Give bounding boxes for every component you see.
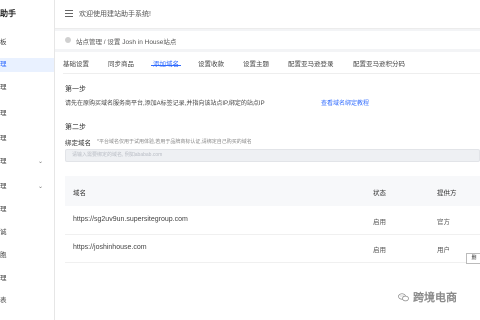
- sidebar: 助手 板 理 理 理 理 理 ⌄ 理 ⌄ 理 诚 胞 理 表: [0, 0, 55, 320]
- sidebar-item-label: 理: [0, 135, 7, 142]
- provider-cell: 用户: [437, 247, 450, 254]
- brand-title: 助手: [0, 9, 16, 18]
- sidebar-item-label: 理: [0, 158, 7, 165]
- bind-domain-label: 绑定域名: [65, 140, 91, 147]
- tab-amazon-points-code[interactable]: 配置亚马逊积分码: [353, 58, 405, 68]
- sidebar-item-9[interactable]: 胞: [0, 249, 54, 263]
- main-card: 基础设置 同步商品 添加域名 设置收款 设置主题 配置亚马逊登录 配置亚马逊积分…: [55, 52, 480, 320]
- breadcrumb: 站点管理 / 设置 Josh in House站点: [76, 39, 177, 46]
- sidebar-item-label: 理: [0, 183, 7, 190]
- watermark: 跨境电商: [398, 289, 457, 305]
- divider: [63, 73, 480, 74]
- sidebar-item-management-7[interactable]: 理: [0, 203, 54, 217]
- active-tab-indicator: [151, 65, 181, 66]
- wechat-icon: [398, 292, 409, 301]
- sidebar-item-site-management[interactable]: 理: [0, 58, 54, 72]
- sidebar-item-management-5[interactable]: 理 ⌄: [0, 155, 54, 169]
- sidebar-item-management-2[interactable]: 理: [0, 81, 54, 95]
- sidebar-item-label: 板: [0, 39, 7, 46]
- chevron-down-icon: ⌄: [38, 159, 44, 165]
- bind-domain-hint: *平台域名仅用于试用体验,若用于品牌商标认证,请绑定自己购买的域名: [97, 139, 252, 145]
- tab-theme-settings[interactable]: 设置主题: [243, 58, 269, 68]
- column-header-status: 状态: [373, 190, 386, 197]
- sidebar-item-label: 诚: [0, 229, 7, 236]
- sidebar-item-11[interactable]: 表: [0, 294, 54, 308]
- domain-input[interactable]: 请输入需要绑定的域名, 例如ababab.com: [65, 149, 480, 162]
- sidebar-item-label: 理: [0, 61, 7, 68]
- status-dot-icon: [65, 37, 71, 43]
- tab-payment-settings[interactable]: 设置收款: [198, 58, 224, 68]
- sidebar-item-label: 理: [0, 206, 7, 213]
- domain-cell: https://sg2uv9un.supersitegroup.com: [73, 216, 188, 223]
- menu-toggle-icon[interactable]: [65, 10, 73, 17]
- watermark-text: 跨境电商: [413, 292, 457, 304]
- step1-description: 请先在原购买域名服务商平台,添加A标签记录,并指向该站点IP,绑定的站点IP: [65, 101, 265, 107]
- sidebar-item-dashboard[interactable]: 板: [0, 36, 54, 50]
- sidebar-item-management-4[interactable]: 理: [0, 132, 54, 146]
- domain-tutorial-link[interactable]: 查看域名绑定教程: [321, 98, 369, 107]
- provider-cell: 官方: [437, 219, 450, 226]
- column-header-domain: 域名: [73, 190, 86, 197]
- tab-sync-products[interactable]: 同步商品: [108, 58, 134, 68]
- status-cell: 启用: [373, 247, 386, 254]
- table-row: https://joshinhouse.com 启用 用户: [65, 234, 480, 263]
- status-cell: 启用: [373, 219, 386, 226]
- delete-button[interactable]: 删: [466, 253, 480, 264]
- table-header: 域名 状态 提供方: [65, 176, 480, 206]
- sidebar-item-label: 表: [0, 297, 7, 304]
- tab-amazon-login[interactable]: 配置亚马逊登录: [288, 58, 334, 68]
- sidebar-item-label: 理: [0, 110, 7, 117]
- sidebar-item-management-6[interactable]: 理 ⌄: [0, 180, 54, 194]
- table-row: https://sg2uv9un.supersitegroup.com 启用 官…: [65, 206, 480, 235]
- column-header-provider: 提供方: [437, 190, 457, 197]
- sidebar-item-management-3[interactable]: 理: [0, 107, 54, 121]
- step1-title: 第一步: [65, 86, 86, 93]
- chevron-down-icon: ⌄: [38, 184, 44, 190]
- tab-add-domain[interactable]: 添加域名: [153, 58, 179, 68]
- domain-cell: https://joshinhouse.com: [73, 244, 147, 251]
- breadcrumb-bar: 站点管理 / 设置 Josh in House站点: [55, 31, 480, 49]
- sidebar-item-label: 理: [0, 84, 7, 91]
- sidebar-item-10[interactable]: 理: [0, 272, 54, 286]
- welcome-message: 欢迎使用建站助手系统!: [79, 11, 151, 18]
- step2-title: 第二步: [65, 124, 86, 131]
- tab-basic-settings[interactable]: 基础设置: [63, 58, 89, 68]
- sidebar-item-label: 胞: [0, 252, 7, 259]
- sidebar-item-8[interactable]: 诚: [0, 226, 54, 240]
- top-bar: 欢迎使用建站助手系统!: [55, 0, 480, 29]
- sidebar-item-label: 理: [0, 275, 7, 282]
